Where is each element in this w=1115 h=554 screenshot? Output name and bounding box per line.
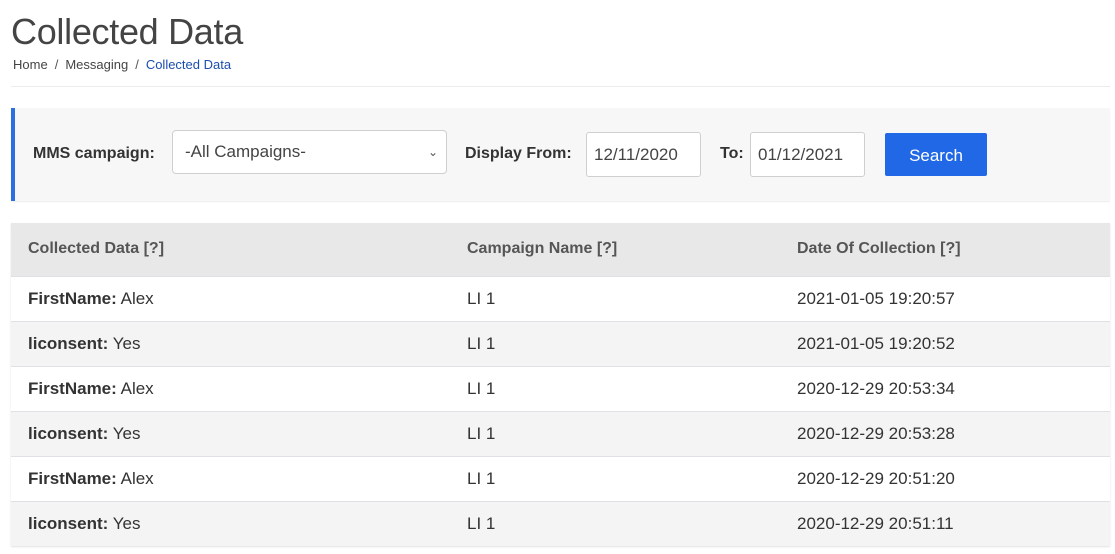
data-value: Alex	[120, 468, 154, 488]
collected-data-cell: FirstName: Alex	[11, 365, 450, 411]
data-key: FirstName:	[28, 288, 117, 308]
search-button[interactable]: Search	[885, 133, 987, 176]
column-label: Date Of Collection	[797, 240, 936, 258]
campaign-name-cell: LI 1	[450, 455, 780, 501]
campaign-name-cell: LI 1	[450, 365, 780, 411]
data-value: Alex	[120, 288, 154, 308]
campaign-select[interactable]: -All Campaigns- ⌄	[172, 130, 447, 174]
breadcrumb-home[interactable]: Home	[13, 57, 48, 72]
table-row: FirstName: Alex LI 1 2020-12-29 20:53:34	[11, 365, 1110, 411]
column-label: Campaign Name	[467, 240, 593, 258]
collected-data-cell: FirstName: Alex	[11, 455, 450, 501]
chevron-down-icon: ⌄	[427, 145, 438, 159]
date-cell: 2020-12-29 20:51:11	[780, 500, 1110, 546]
column-header-collected-data: Collected Data [?]	[11, 223, 450, 276]
table-row: FirstName: Alex LI 1 2021-01-05 19:20:57	[11, 275, 1110, 321]
campaign-label: MMS campaign:	[33, 145, 155, 162]
campaign-name-cell: LI 1	[450, 500, 780, 546]
table-row: liconsent: Yes LI 1 2020-12-29 20:51:11	[11, 500, 1110, 546]
campaign-select-value: -All Campaigns-	[185, 142, 306, 161]
data-key: FirstName:	[28, 468, 117, 488]
data-key: liconsent:	[28, 333, 109, 353]
help-link[interactable]: [?]	[940, 240, 960, 257]
date-cell: 2021-01-05 19:20:52	[780, 320, 1110, 366]
table-row: liconsent: Yes LI 1 2021-01-05 19:20:52	[11, 320, 1110, 366]
data-value: Yes	[112, 333, 141, 353]
help-link[interactable]: [?]	[144, 240, 164, 257]
help-link[interactable]: [?]	[597, 240, 617, 257]
page-title: Collected Data	[11, 11, 243, 52]
table-header-row: Collected Data [?] Campaign Name [?] Dat…	[11, 223, 1110, 276]
data-key: liconsent:	[28, 423, 109, 443]
display-from-input[interactable]: 12/11/2020	[586, 132, 701, 177]
filter-panel: MMS campaign: -All Campaigns- ⌄ Display …	[11, 108, 1110, 201]
data-key: FirstName:	[28, 378, 117, 398]
to-label: To:	[720, 145, 744, 162]
data-value: Yes	[112, 423, 141, 443]
data-value: Alex	[120, 378, 154, 398]
breadcrumb-current: Collected Data	[145, 57, 232, 72]
data-key: liconsent:	[28, 513, 109, 533]
column-label: Collected Data	[28, 240, 140, 258]
date-cell: 2020-12-29 20:51:20	[780, 455, 1110, 501]
table-row: liconsent: Yes LI 1 2020-12-29 20:53:28	[11, 410, 1110, 456]
header-divider	[11, 86, 1110, 87]
campaign-name-cell: LI 1	[450, 410, 780, 456]
campaign-name-cell: LI 1	[450, 320, 780, 366]
table-row: FirstName: Alex LI 1 2020-12-29 20:51:20	[11, 455, 1110, 501]
date-cell: 2020-12-29 20:53:34	[780, 365, 1110, 411]
data-value: Yes	[112, 513, 141, 533]
column-header-campaign-name: Campaign Name [?]	[450, 223, 780, 276]
to-date-input[interactable]: 01/12/2021	[750, 132, 865, 177]
breadcrumb-separator: /	[54, 57, 59, 72]
display-from-label: Display From:	[465, 145, 572, 162]
breadcrumb: Home / Messaging / Collected Data	[13, 56, 231, 74]
collected-data-cell: liconsent: Yes	[11, 410, 450, 456]
collected-data-cell: liconsent: Yes	[11, 320, 450, 366]
date-cell: 2021-01-05 19:20:57	[780, 275, 1110, 321]
date-cell: 2020-12-29 20:53:28	[780, 410, 1110, 456]
breadcrumb-separator: /	[135, 57, 139, 72]
campaign-name-cell: LI 1	[450, 275, 780, 321]
collected-data-cell: liconsent: Yes	[11, 500, 450, 546]
breadcrumb-messaging[interactable]: Messaging	[65, 57, 128, 72]
column-header-date-of-collection: Date Of Collection [?]	[780, 223, 1110, 276]
collected-data-table: Collected Data [?] Campaign Name [?] Dat…	[11, 223, 1110, 546]
collected-data-cell: FirstName: Alex	[11, 275, 450, 321]
